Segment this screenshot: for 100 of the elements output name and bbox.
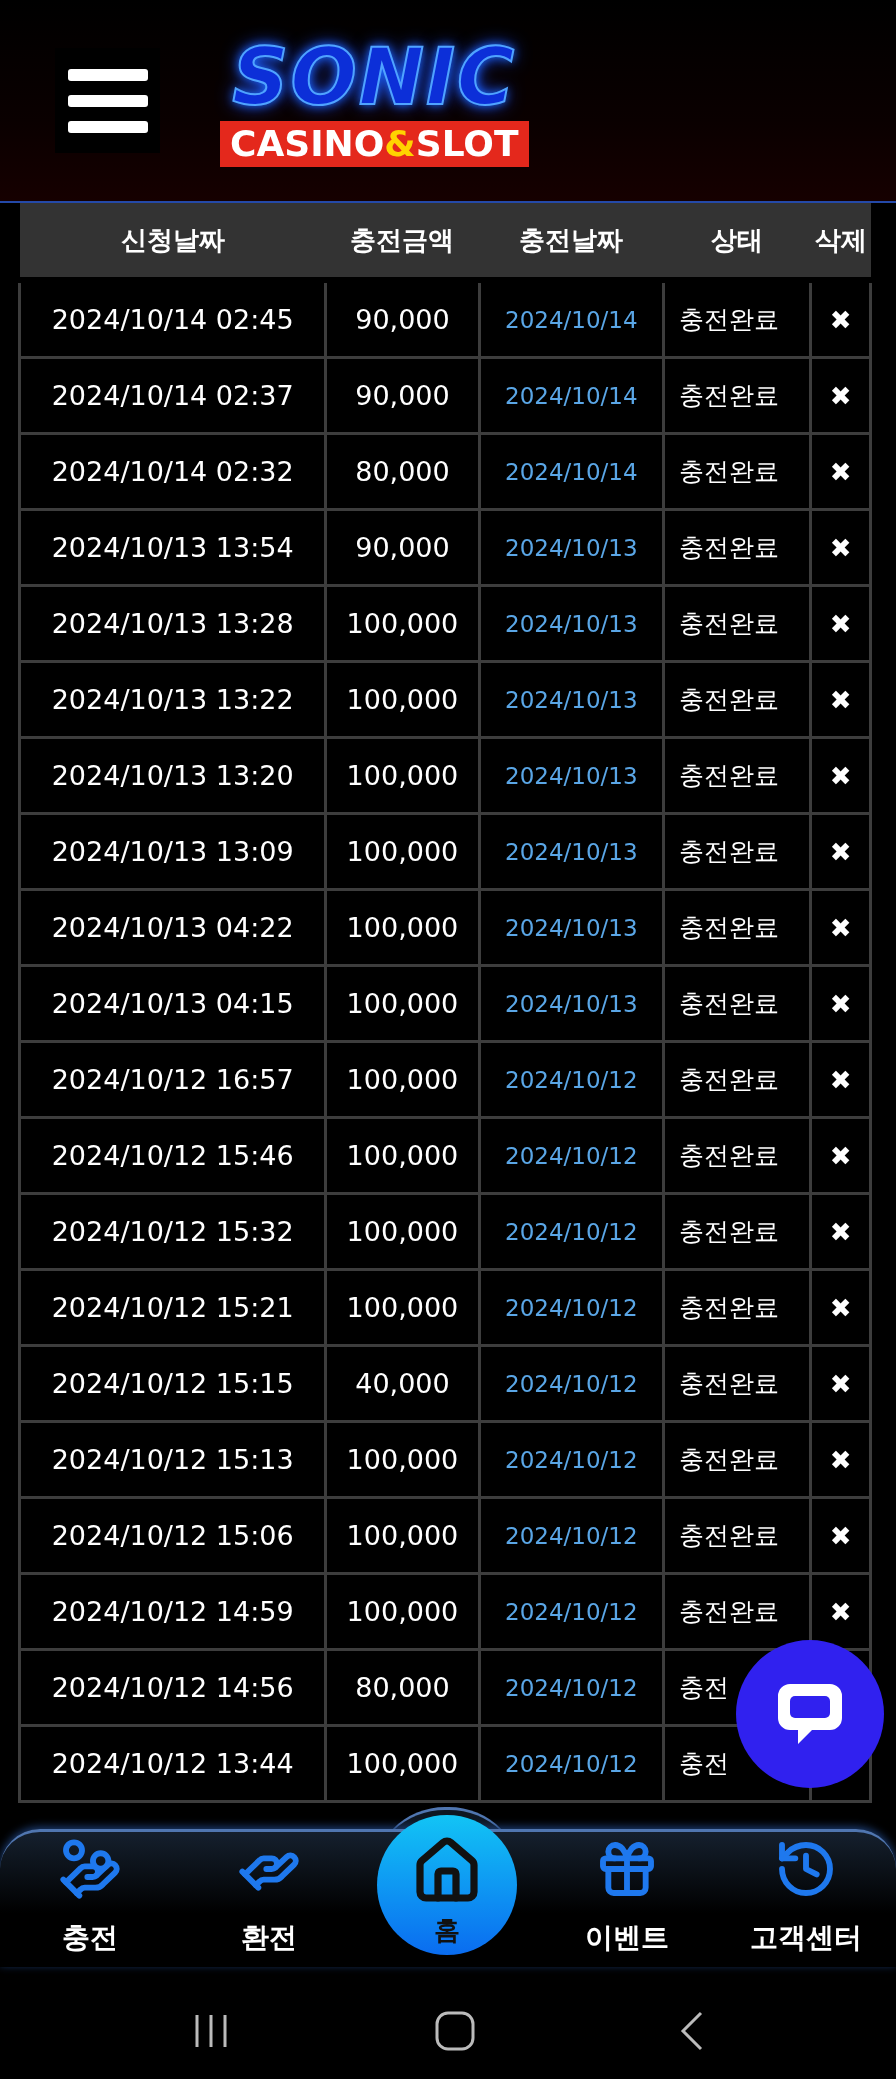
table-cell: 2024/10/12 14:59 <box>19 1573 326 1650</box>
table-cell: 100,000 <box>325 1497 480 1574</box>
table-cell: 100,000 <box>325 585 480 662</box>
table-cell: 충전완료 <box>663 661 811 738</box>
table-cell: 2024/10/13 04:15 <box>19 965 326 1042</box>
table-cell: 충전완료 <box>663 889 811 966</box>
delete-button[interactable]: ✖ <box>829 1140 852 1171</box>
table-cell: 2024/10/12 <box>479 1193 664 1270</box>
table-cell: 2024/10/13 <box>479 661 664 738</box>
table-cell: 충전완료 <box>663 1421 811 1498</box>
table-cell: 충전완료 <box>663 1345 811 1422</box>
delete-button[interactable]: ✖ <box>829 988 852 1019</box>
table-cell: 2024/10/13 <box>479 509 664 586</box>
nav-item[interactable]: 고객센터 <box>716 1837 896 1957</box>
table-cell: 충전완료 <box>663 965 811 1042</box>
table-cell: 2024/10/12 <box>479 1725 664 1802</box>
table-cell: 100,000 <box>325 1193 480 1270</box>
table-cell: 2024/10/14 02:45 <box>19 280 326 358</box>
table-cell: 2024/10/14 02:37 <box>19 357 326 434</box>
delete-button[interactable]: ✖ <box>829 1292 852 1323</box>
hand-coins-icon <box>57 1837 122 1901</box>
table-cell: 2024/10/12 <box>479 1269 664 1346</box>
table-cell: 2024/10/13 13:20 <box>19 737 326 814</box>
delete-button[interactable]: ✖ <box>829 380 852 411</box>
delete-button[interactable]: ✖ <box>829 1064 852 1095</box>
table-cell: 2024/10/12 16:57 <box>19 1041 326 1118</box>
table-cell: 2024/10/12 <box>479 1497 664 1574</box>
table-cell: 90,000 <box>325 280 480 358</box>
table-cell: 충전완료 <box>663 1497 811 1574</box>
table-cell: 충전완료 <box>663 813 811 890</box>
table-cell: 충전완료 <box>663 509 811 586</box>
table-cell: 충전완료 <box>663 1193 811 1270</box>
delete-button[interactable]: ✖ <box>829 1596 852 1627</box>
nav-item[interactable]: 환전 <box>179 1837 359 1957</box>
table-cell: 100,000 <box>325 1573 480 1650</box>
table-cell: 2024/10/13 <box>479 889 664 966</box>
home-nav-icon[interactable] <box>434 2010 476 2052</box>
table-cell: 100,000 <box>325 661 480 738</box>
table-cell: 2024/10/12 15:46 <box>19 1117 326 1194</box>
table-cell: 100,000 <box>325 1041 480 1118</box>
column-header: 충전금액 <box>325 203 480 280</box>
table-cell: 90,000 <box>325 357 480 434</box>
table-cell: 2024/10/12 <box>479 1573 664 1650</box>
delete-button[interactable]: ✖ <box>829 684 852 715</box>
table-cell: 충전완료 <box>663 1041 811 1118</box>
delete-button[interactable]: ✖ <box>829 836 852 867</box>
table-cell: 2024/10/12 15:06 <box>19 1497 326 1574</box>
logo: SONIC CASINO&SLOT <box>220 34 529 167</box>
table-cell: 2024/10/14 <box>479 357 664 434</box>
table-cell: 2024/10/14 <box>479 280 664 358</box>
column-header: 신청날짜 <box>19 203 326 280</box>
table-cell: 충전완료 <box>663 357 811 434</box>
menu-button[interactable] <box>55 48 160 153</box>
table-cell: 2024/10/12 <box>479 1421 664 1498</box>
table-cell: 2024/10/12 <box>479 1117 664 1194</box>
table-cell: 2024/10/13 <box>479 965 664 1042</box>
table-cell: 80,000 <box>325 1649 480 1726</box>
nav-item[interactable]: 충전 <box>0 1837 180 1957</box>
table-cell: 충전완료 <box>663 280 811 358</box>
table-cell: 100,000 <box>325 889 480 966</box>
table-cell: 100,000 <box>325 1421 480 1498</box>
delete-button[interactable]: ✖ <box>829 1444 852 1475</box>
delete-button[interactable]: ✖ <box>829 760 852 791</box>
table-cell: 충전완료 <box>663 585 811 662</box>
table-cell: 2024/10/13 <box>479 585 664 662</box>
table-cell: 충전완료 <box>663 1117 811 1194</box>
table-cell: 2024/10/12 <box>479 1041 664 1118</box>
table-cell: 2024/10/12 15:21 <box>19 1269 326 1346</box>
delete-button[interactable]: ✖ <box>829 456 852 487</box>
nav-item[interactable]: 이벤트 <box>537 1837 717 1957</box>
table-cell: 80,000 <box>325 433 480 510</box>
delete-button[interactable]: ✖ <box>829 608 852 639</box>
delete-button[interactable]: ✖ <box>829 912 852 943</box>
table-cell: 2024/10/12 15:32 <box>19 1193 326 1270</box>
delete-button[interactable]: ✖ <box>829 1520 852 1551</box>
table-cell: 2024/10/12 15:15 <box>19 1345 326 1422</box>
table-cell: 2024/10/12 <box>479 1345 664 1422</box>
table-cell: 충전완료 <box>663 433 811 510</box>
table-cell: 충전완료 <box>663 737 811 814</box>
table-cell: 90,000 <box>325 509 480 586</box>
column-header: 충전날짜 <box>479 203 664 280</box>
delete-button[interactable]: ✖ <box>829 532 852 563</box>
table-cell: 100,000 <box>325 1725 480 1802</box>
table-cell: 2024/10/12 <box>479 1649 664 1726</box>
table-cell: 100,000 <box>325 965 480 1042</box>
table-cell: 100,000 <box>325 1269 480 1346</box>
delete-button[interactable]: ✖ <box>829 1368 852 1399</box>
table-cell: 2024/10/12 14:56 <box>19 1649 326 1726</box>
table-cell: 충전완료 <box>663 1269 811 1346</box>
table-cell: 40,000 <box>325 1345 480 1422</box>
delete-button[interactable]: ✖ <box>829 304 852 335</box>
back-icon[interactable] <box>678 2010 705 2052</box>
table-cell: 2024/10/13 13:54 <box>19 509 326 586</box>
table-cell: 2024/10/13 <box>479 737 664 814</box>
column-header: 삭제 <box>810 203 871 280</box>
table-cell: 2024/10/13 <box>479 813 664 890</box>
column-header: 상태 <box>663 203 811 280</box>
table-cell: 2024/10/14 02:32 <box>19 433 326 510</box>
table-cell: 2024/10/13 13:22 <box>19 661 326 738</box>
delete-button[interactable]: ✖ <box>829 1216 852 1247</box>
